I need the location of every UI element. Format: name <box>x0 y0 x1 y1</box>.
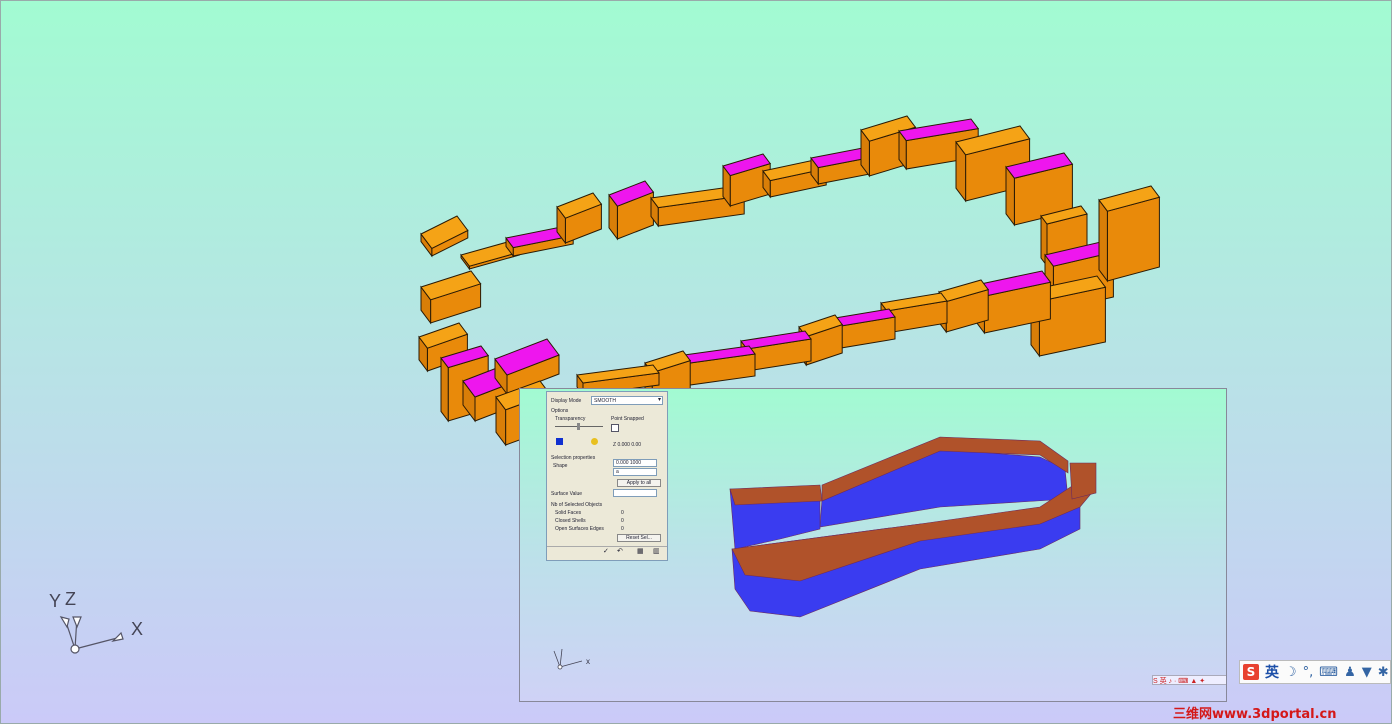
reset-button[interactable]: Reset Sel... <box>617 534 661 542</box>
inset-right-tower <box>1069 462 1097 500</box>
z-axis-label: Z <box>65 589 76 609</box>
tools-icon[interactable]: ✱ <box>1378 665 1389 680</box>
inset-screenshot: Display Mode SMOOTH ▾ Options Transparen… <box>519 388 1227 702</box>
point-checkbox[interactable] <box>611 424 619 432</box>
grid-icon[interactable]: ▦ <box>637 548 644 555</box>
second-input[interactable]: a <box>613 468 657 476</box>
user-icon[interactable]: ♟ <box>1344 665 1356 680</box>
display-options-dialog[interactable]: Display Mode SMOOTH ▾ Options Transparen… <box>546 391 668 561</box>
language-toggle[interactable]: 英 <box>1265 662 1279 682</box>
ime-toolbar[interactable]: S 英 ☽ °, ⌨ ♟ ▼ ✱ <box>1239 660 1391 684</box>
apply-button[interactable]: Apply to all <box>617 479 661 487</box>
info-row-value: 0 <box>621 510 624 516</box>
inset-axis-triad: x <box>540 643 600 673</box>
sogou-logo-icon[interactable]: S <box>1243 664 1259 680</box>
info-row-label: Closed Shells <box>555 518 586 524</box>
info-row-label: Solid Faces <box>555 510 582 516</box>
wall-block[interactable] <box>420 270 482 325</box>
surface-input[interactable] <box>613 489 657 497</box>
shirt-icon[interactable]: ▼ <box>1362 665 1372 680</box>
info-row-label: Open Surfaces Edges <box>555 526 604 532</box>
coord-value: Z 0.000 0.00 <box>613 442 642 448</box>
x-axis-label: X <box>131 619 144 639</box>
point-label: Point Snapped <box>611 416 644 422</box>
axis-triad: Y Z X <box>41 587 161 667</box>
slider-label: Transparency <box>555 416 586 422</box>
keyboard-icon[interactable]: ⌨ <box>1319 665 1338 680</box>
display-mode-select[interactable]: SMOOTH ▾ <box>591 396 663 405</box>
display-mode-value: SMOOTH <box>594 398 616 404</box>
moon-icon[interactable]: ☽ <box>1285 665 1297 680</box>
punctuation-icon[interactable]: °, <box>1303 665 1314 680</box>
slider-handle[interactable] <box>577 423 580 430</box>
wall-block[interactable] <box>608 180 655 241</box>
shape-label: Shape <box>553 463 568 469</box>
light-icon[interactable] <box>591 438 598 445</box>
shape-input-value: 0.000 1000 <box>616 460 642 466</box>
options-label: Options <box>551 408 569 414</box>
dialog-toolbar: ✓ ↶ ▦ ▥ <box>547 546 667 561</box>
inset-ime-tray: S 英 ♪ · ⌨ ▲ ✦ <box>1152 675 1226 685</box>
inset-x-label: x <box>586 657 590 666</box>
wall-block[interactable] <box>556 192 603 245</box>
info-row-value: 0 <box>621 518 624 524</box>
3d-viewport[interactable]: Y Z X Display Mode SMOOTH ▾ Options Tran… <box>0 0 1392 724</box>
surface-label: Surface Value <box>551 491 583 497</box>
y-axis-label: Y <box>49 591 62 611</box>
undo-icon[interactable]: ↶ <box>617 548 623 555</box>
selection-header: Selection properties <box>551 455 596 461</box>
shape-input[interactable]: 0.000 1000 <box>613 459 657 467</box>
chevron-down-icon: ▾ <box>657 397 661 403</box>
second-input-value: a <box>616 469 619 475</box>
info-header: Nb of Selected Objects <box>551 502 603 508</box>
watermark: 三维网www.3dportal.cn <box>1173 707 1337 722</box>
display-mode-label: Display Mode <box>551 398 582 404</box>
color-swatch[interactable] <box>556 438 563 445</box>
chart-icon[interactable]: ▥ <box>653 548 660 555</box>
wall-block[interactable] <box>1098 185 1161 283</box>
ok-icon[interactable]: ✓ <box>603 548 609 555</box>
wall-block[interactable] <box>420 215 469 258</box>
info-row-value: 0 <box>621 526 624 532</box>
